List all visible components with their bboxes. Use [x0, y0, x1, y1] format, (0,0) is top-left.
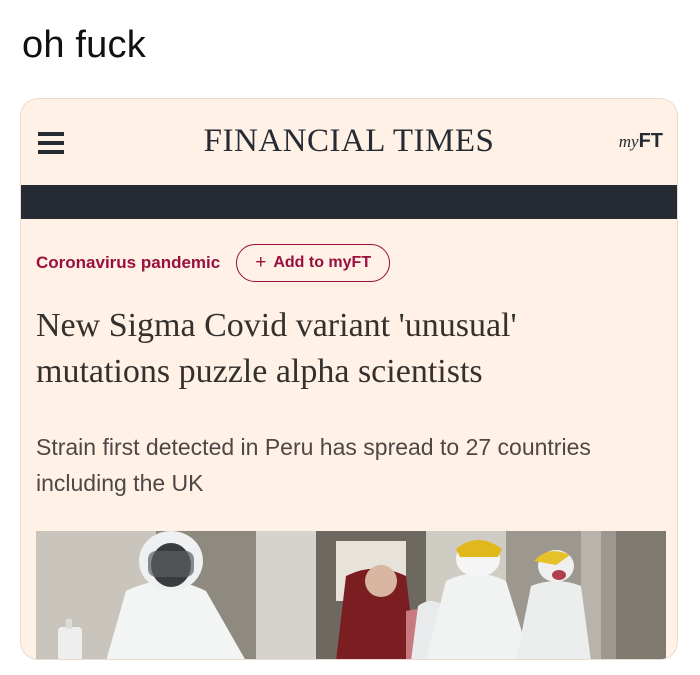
hero-image[interactable]: [36, 531, 666, 659]
ft-header: FINANCIAL TIMES myFT: [21, 99, 677, 185]
standfirst-line-1: Strain first detected in Peru has spread…: [36, 434, 591, 460]
masthead[interactable]: FINANCIAL TIMES: [21, 123, 677, 160]
myft-link[interactable]: myFT: [619, 130, 663, 153]
topic-row: Coronavirus pandemic + Add to myFT: [36, 243, 391, 283]
post-caption: oh fuck: [22, 24, 146, 66]
myft-suffix: FT: [638, 130, 663, 152]
headline-line-2: mutations puzzle alpha scientists: [36, 353, 483, 390]
hospital-photo: [36, 531, 666, 659]
article-standfirst: Strain first detected in Peru has spread…: [36, 429, 676, 501]
add-to-myft-button[interactable]: + Add to myFT: [236, 244, 391, 282]
ft-article-card[interactable]: FINANCIAL TIMES myFT Coronavirus pandemi…: [20, 98, 678, 660]
article-headline[interactable]: New Sigma Covid variant 'unusual' mutati…: [36, 303, 656, 395]
topic-link[interactable]: Coronavirus pandemic: [36, 253, 220, 273]
headline-line-1: New Sigma Covid variant 'unusual': [36, 307, 517, 344]
plus-icon: +: [255, 252, 267, 273]
nav-bar: [21, 185, 677, 219]
add-to-myft-label: Add to myFT: [273, 254, 372, 271]
standfirst-line-2: including the UK: [36, 470, 204, 496]
myft-prefix: my: [618, 132, 639, 151]
